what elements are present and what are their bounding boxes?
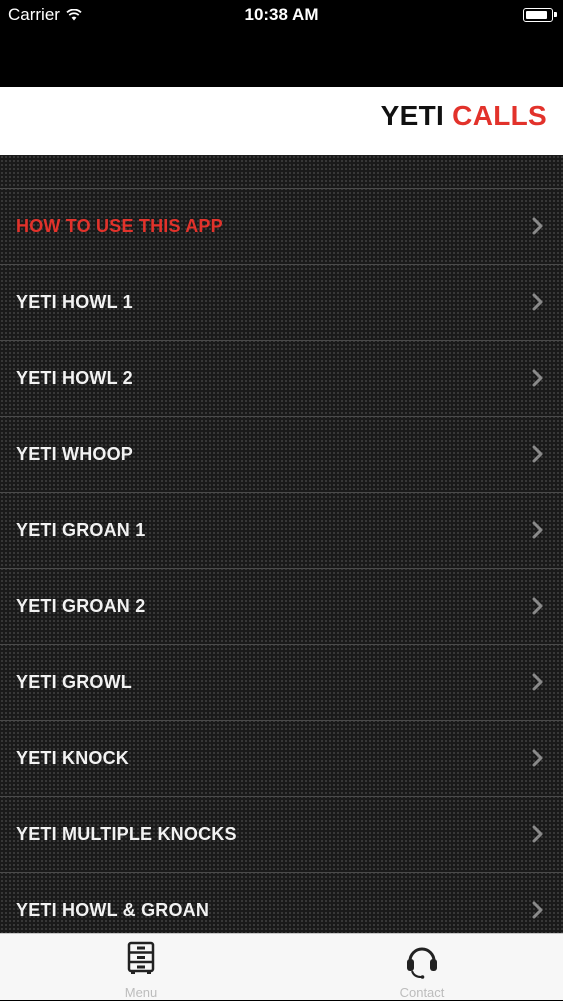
chevron-right-icon: [532, 217, 543, 235]
status-time: 10:38 AM: [244, 5, 319, 24]
title-word-yeti: YETI: [380, 100, 445, 131]
chevron-right-icon: [532, 901, 543, 919]
menu-item-yeti-whoop[interactable]: YETI WHOOP: [0, 417, 563, 493]
chevron-right-icon: [532, 369, 543, 387]
tab-contact-label: Contact: [399, 985, 445, 1000]
tab-contact[interactable]: Contact: [281, 934, 563, 1001]
menu-item-label: HOW TO USE THIS APP: [16, 216, 223, 236]
menu-item-label: YETI GROAN 2: [16, 596, 146, 616]
menu-item-yeti-howl-and-groan[interactable]: YETI HOWL & GROAN: [0, 873, 563, 933]
tab-bar: Menu Contact: [0, 933, 563, 1000]
chevron-right-icon: [532, 673, 543, 691]
tab-menu-label: Menu: [124, 985, 158, 1000]
chevron-right-icon: [532, 521, 543, 539]
chevron-right-icon: [532, 825, 543, 843]
menu-item-label: YETI WHOOP: [16, 444, 134, 464]
title-word-calls: CALLS: [452, 100, 547, 131]
headset-icon: [407, 947, 437, 979]
menu-item-yeti-growl[interactable]: YETI GROWL: [0, 645, 563, 721]
chevron-right-icon: [532, 293, 543, 311]
menu-item-yeti-knock[interactable]: YETI KNOCK: [0, 721, 563, 797]
header: YETI CALLS: [0, 87, 563, 155]
menu-item-how-to-use[interactable]: HOW TO USE THIS APP: [0, 189, 563, 265]
menu-item-yeti-howl-1[interactable]: YETI HOWL 1: [0, 265, 563, 341]
page-title: YETI CALLS: [381, 100, 547, 132]
menu-item-label: YETI HOWL & GROAN: [16, 900, 210, 920]
menu-item-yeti-howl-2[interactable]: YETI HOWL 2: [0, 341, 563, 417]
chevron-right-icon: [532, 749, 543, 767]
menu-item-label: YETI GROWL: [16, 672, 132, 692]
menu-item-label: YETI KNOCK: [16, 748, 130, 768]
chevron-right-icon: [532, 597, 543, 615]
cabinet-icon: [127, 941, 155, 974]
menu-item-label: YETI HOWL 2: [16, 368, 133, 388]
menu-item-yeti-groan-1[interactable]: YETI GROAN 1: [0, 493, 563, 569]
battery-icon: [523, 8, 557, 22]
menu-item-label: YETI GROAN 1: [16, 520, 146, 540]
calls-menu-list[interactable]: HOW TO USE THIS APP YETI HOWL 1 YETI HOW…: [0, 155, 563, 933]
menu-item-label: YETI MULTIPLE KNOCKS: [16, 824, 237, 844]
status-bar: Carrier 10:38 AM: [0, 0, 563, 30]
menu-item-yeti-multiple-knocks[interactable]: YETI MULTIPLE KNOCKS: [0, 797, 563, 873]
chevron-right-icon: [532, 445, 543, 463]
menu-item-label: YETI HOWL 1: [16, 292, 133, 312]
tab-menu[interactable]: Menu: [0, 934, 282, 1001]
menu-item-yeti-groan-2[interactable]: YETI GROAN 2: [0, 569, 563, 645]
